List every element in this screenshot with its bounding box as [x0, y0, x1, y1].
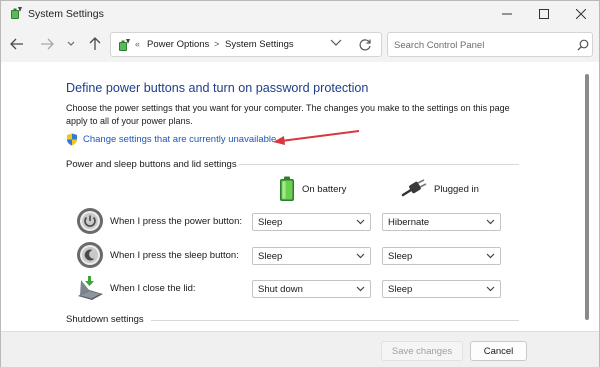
chevron-down-icon [356, 219, 365, 225]
power-options-icon [119, 39, 130, 51]
column-header-plugged-in: Plugged in [401, 176, 479, 202]
arrow-up-icon [89, 37, 101, 50]
page-title: Define power buttons and turn on passwor… [66, 81, 369, 95]
refresh-icon [359, 39, 371, 51]
laptop-lid-icon [78, 276, 103, 300]
breadcrumb-system-settings[interactable]: System Settings [225, 39, 294, 50]
change-settings-link-label[interactable]: Change settings that are currently unava… [83, 134, 276, 145]
minimize-button[interactable] [488, 1, 525, 26]
uac-shield-icon [67, 133, 77, 145]
arrow-left-icon [10, 38, 23, 50]
save-changes-button[interactable]: Save changes [381, 341, 463, 361]
change-settings-link[interactable]: Change settings that are currently unava… [66, 132, 276, 146]
minimize-icon [501, 13, 512, 14]
row-label-sleep-button: When I press the sleep button: [110, 250, 239, 261]
close-button[interactable] [562, 1, 599, 26]
chevron-down-icon [486, 253, 495, 259]
address-dropdown-button[interactable] [330, 39, 344, 51]
breadcrumb-separator-icon[interactable]: > [214, 39, 219, 49]
power-button-icon [77, 208, 103, 234]
chevron-down-icon [486, 286, 495, 292]
search-input[interactable]: Search Control Panel [387, 32, 593, 57]
power-plug-icon [401, 179, 427, 197]
window-title: System Settings [28, 8, 104, 20]
scrollbar[interactable] [585, 74, 589, 320]
row-label-power-button: When I press the power button: [110, 216, 243, 227]
address-bar[interactable]: « Power Options > System Settings [110, 32, 382, 57]
section-title-shutdown: Shutdown settings [66, 314, 144, 325]
search-placeholder: Search Control Panel [394, 40, 485, 51]
sleep-button-icon [77, 242, 103, 268]
content-area: Define power buttons and turn on passwor… [1, 62, 599, 331]
select-value: Sleep [388, 251, 413, 262]
section-divider [239, 164, 519, 165]
chevron-down-icon [486, 219, 495, 225]
chevron-down-icon [356, 253, 365, 259]
select-value: Hibernate [388, 217, 430, 228]
chevron-down-icon [356, 286, 365, 292]
back-button[interactable] [8, 35, 26, 53]
refresh-button[interactable] [358, 38, 372, 52]
select-value: Shut down [258, 284, 303, 295]
annotation-arrow-icon [273, 130, 360, 145]
up-button[interactable] [86, 35, 104, 53]
power-button-plugged-in-select[interactable]: Hibernate [382, 213, 501, 231]
title-bar: System Settings [1, 1, 599, 26]
section-divider [151, 320, 519, 321]
search-icon[interactable] [577, 39, 589, 51]
maximize-button[interactable] [525, 1, 562, 26]
sleep-button-on-battery-select[interactable]: Sleep [252, 247, 371, 265]
select-value: Sleep [258, 251, 283, 262]
chevron-down-icon [330, 39, 342, 46]
power-options-icon [11, 7, 22, 19]
row-label-close-lid: When I close the lid: [110, 283, 196, 294]
page-description: Choose the power settings that you want … [66, 103, 510, 126]
system-settings-window: System Settings « Power Options > System… [0, 0, 600, 367]
navigation-bar: « Power Options > System Settings Search… [1, 26, 599, 62]
recent-locations-button[interactable] [62, 35, 80, 53]
forward-button[interactable] [38, 35, 56, 53]
select-value: Sleep [258, 217, 283, 228]
close-icon [575, 8, 586, 19]
close-lid-plugged-in-select[interactable]: Sleep [382, 280, 501, 298]
maximize-icon [538, 8, 549, 19]
column-header-on-battery: On battery [279, 176, 346, 202]
power-button-on-battery-select[interactable]: Sleep [252, 213, 371, 231]
chevron-down-icon [67, 41, 75, 46]
section-title-power-sleep: Power and sleep buttons and lid settings [66, 159, 237, 170]
arrow-right-icon [41, 38, 54, 50]
column-label-on-battery: On battery [302, 183, 347, 195]
breadcrumb-overflow-icon[interactable]: « [135, 39, 140, 49]
breadcrumb-power-options[interactable]: Power Options [147, 39, 209, 50]
close-lid-on-battery-select[interactable]: Shut down [252, 280, 371, 298]
battery-icon [280, 176, 294, 201]
cancel-button[interactable]: Cancel [470, 341, 527, 361]
select-value: Sleep [388, 284, 413, 295]
footer-bar: Save changes Cancel [1, 331, 599, 367]
sleep-button-plugged-in-select[interactable]: Sleep [382, 247, 501, 265]
column-label-plugged-in: Plugged in [434, 183, 479, 195]
